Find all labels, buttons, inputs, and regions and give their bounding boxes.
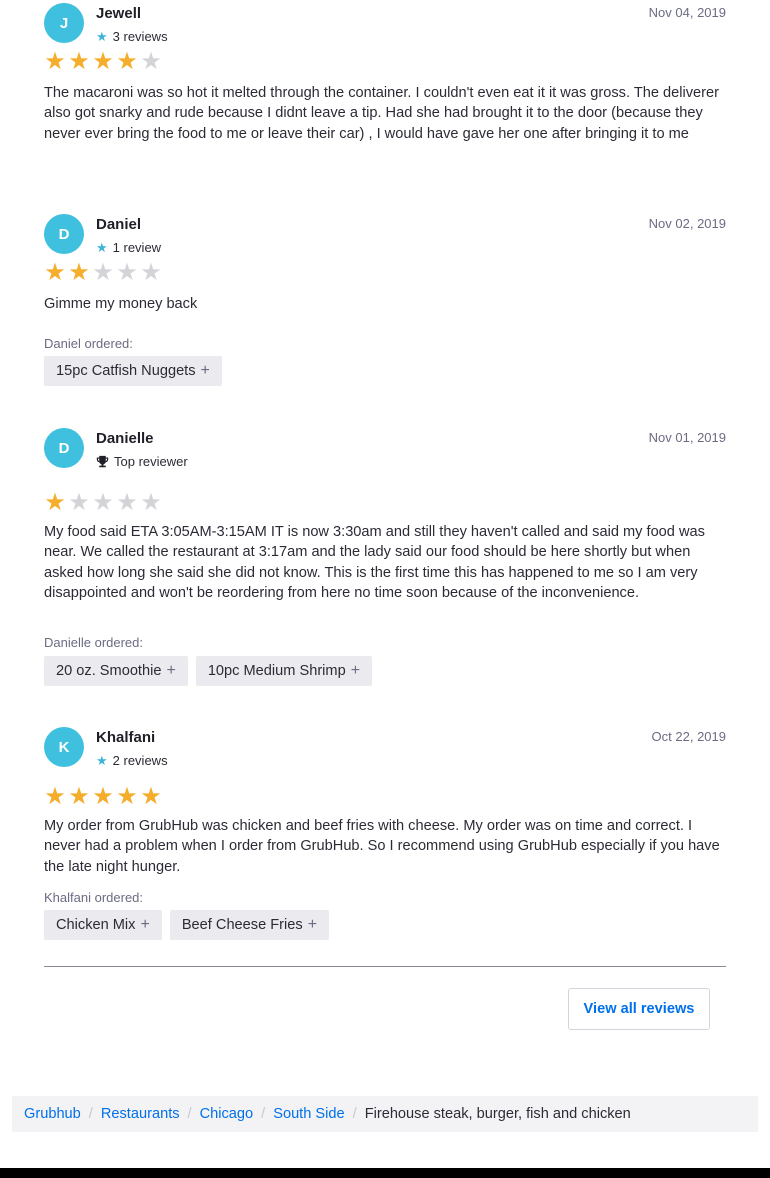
review-date: Nov 04, 2019 (648, 5, 726, 20)
star-filled-icon: ★ (44, 48, 66, 75)
menu-item-label: Chicken Mix (56, 917, 136, 933)
breadcrumb-grubhub[interactable]: Grubhub (24, 1106, 81, 1122)
avatar: D (44, 428, 84, 468)
breadcrumb-separator: / (352, 1106, 357, 1122)
star-empty-icon: ★ (92, 259, 114, 286)
ordered-items: Chicken Mix + Beef Cheese Fries + (44, 910, 330, 940)
star-filled-icon: ★ (92, 783, 114, 810)
menu-item-label: 15pc Catfish Nuggets (56, 363, 196, 379)
ordered-items: 15pc Catfish Nuggets + (44, 356, 222, 386)
star-icon: ★ (96, 29, 108, 44)
reviewer-meta: ★ 1 review (96, 240, 161, 255)
menu-item-chip[interactable]: 15pc Catfish Nuggets + (44, 356, 222, 386)
plus-icon: + (350, 662, 361, 679)
reviewer-name[interactable]: Khalfani (96, 729, 155, 746)
review-text: My order from GrubHub was chicken and be… (44, 818, 720, 875)
reviewer-meta: ★ 2 reviews (96, 753, 168, 768)
review-date: Nov 02, 2019 (648, 216, 726, 231)
star-empty-icon: ★ (68, 489, 90, 516)
star-filled-icon: ★ (68, 48, 90, 75)
top-reviewer-badge: Top reviewer (114, 454, 188, 469)
breadcrumb-south-side[interactable]: South Side (273, 1106, 344, 1122)
trophy-icon (96, 455, 109, 468)
menu-item-chip[interactable]: Chicken Mix + (44, 910, 162, 940)
star-empty-icon: ★ (92, 489, 114, 516)
star-icon: ★ (96, 753, 108, 768)
reviews-divider (44, 966, 726, 967)
star-empty-icon: ★ (140, 259, 162, 286)
review-date: Nov 01, 2019 (648, 430, 726, 445)
star-filled-icon: ★ (44, 259, 66, 286)
star-filled-icon: ★ (140, 783, 162, 810)
plus-icon: + (140, 916, 150, 933)
star-rating: ★ ★ ★ ★ ★ (44, 784, 162, 810)
breadcrumb-separator: / (187, 1106, 192, 1122)
star-filled-icon: ★ (116, 48, 138, 75)
ordered-label: Khalfani ordered: (44, 890, 144, 905)
reviewer-name[interactable]: Jewell (96, 5, 141, 22)
footer-bar (0, 1168, 770, 1178)
review-count: 1 review (112, 240, 162, 255)
star-empty-icon: ★ (116, 259, 138, 286)
menu-item-chip[interactable]: 20 oz. Smoothie + (44, 656, 188, 686)
star-rating: ★ ★ ★ ★ ★ (44, 49, 162, 75)
star-filled-icon: ★ (92, 48, 114, 75)
review-text: Gimme my money back (44, 296, 198, 312)
reviewer-meta: ★ 3 reviews (96, 29, 168, 44)
view-all-reviews-button[interactable]: View all reviews (568, 988, 710, 1030)
star-filled-icon: ★ (68, 259, 90, 286)
star-filled-icon: ★ (44, 489, 66, 516)
breadcrumb-restaurants[interactable]: Restaurants (101, 1106, 180, 1122)
avatar: D (44, 214, 84, 254)
review-count: 2 reviews (112, 753, 168, 768)
review-date: Oct 22, 2019 (651, 729, 726, 744)
reviewer-meta: Top reviewer (96, 454, 188, 469)
breadcrumb-chicago[interactable]: Chicago (200, 1106, 254, 1122)
star-empty-icon: ★ (140, 489, 162, 516)
review-card: J Jewell ★ 3 reviews Nov 04, 2019 ★ ★ ★ ★ ★ … (44, 3, 726, 183)
reviewer-name[interactable]: Daniel (96, 216, 141, 233)
star-rating: ★ ★ ★ ★ ★ (44, 260, 162, 286)
menu-item-chip[interactable]: 10pc Medium Shrimp + (195, 656, 373, 686)
avatar: J (44, 3, 84, 43)
review-count: 3 reviews (112, 29, 168, 44)
ordered-items: 20 oz. Smoothie + 10pc Medium Shrimp + (44, 656, 373, 686)
ordered-label: Danielle ordered: (44, 635, 144, 650)
star-icon: ★ (96, 240, 108, 255)
review-text: My food said ETA 3:05AM-3:15AM IT is now… (44, 524, 705, 602)
plus-icon: + (166, 662, 176, 679)
review-text: The macaroni was so hot it melted throug… (44, 85, 719, 142)
star-empty-icon: ★ (140, 48, 162, 75)
reviewer-name[interactable]: Danielle (96, 430, 154, 447)
review-card: K Khalfani ★ 2 reviews Oct 22, 2019 ★ ★ ★ ★… (44, 727, 726, 941)
star-filled-icon: ★ (116, 783, 138, 810)
breadcrumb-current-restaurant: Firehouse steak, burger, fish and chicke… (364, 1106, 631, 1122)
avatar: K (44, 727, 84, 767)
star-empty-icon: ★ (116, 489, 138, 516)
star-filled-icon: ★ (44, 783, 66, 810)
menu-item-chip[interactable]: Beef Cheese Fries + (169, 910, 330, 940)
menu-item-label: Beef Cheese Fries (181, 917, 303, 933)
star-filled-icon: ★ (68, 783, 90, 810)
review-card: D Daniel ★ 1 review Nov 02, 2019 ★ ★ ★ ★ ★ G… (44, 214, 726, 394)
breadcrumb-separator: / (261, 1106, 266, 1122)
menu-item-label: 20 oz. Smoothie (56, 663, 162, 679)
plus-icon: + (307, 916, 318, 933)
ordered-label: Daniel ordered: (44, 336, 133, 351)
breadcrumb: Grubhub / Restaurants / Chicago / South … (12, 1096, 758, 1132)
star-rating: ★ ★ ★ ★ ★ (44, 490, 162, 516)
menu-item-label: 10pc Medium Shrimp (207, 663, 346, 679)
breadcrumb-separator: / (88, 1106, 93, 1122)
review-card: D Danielle Top reviewer Nov 01, 2019 ★ ★ ★… (44, 428, 726, 688)
plus-icon: + (200, 362, 210, 379)
